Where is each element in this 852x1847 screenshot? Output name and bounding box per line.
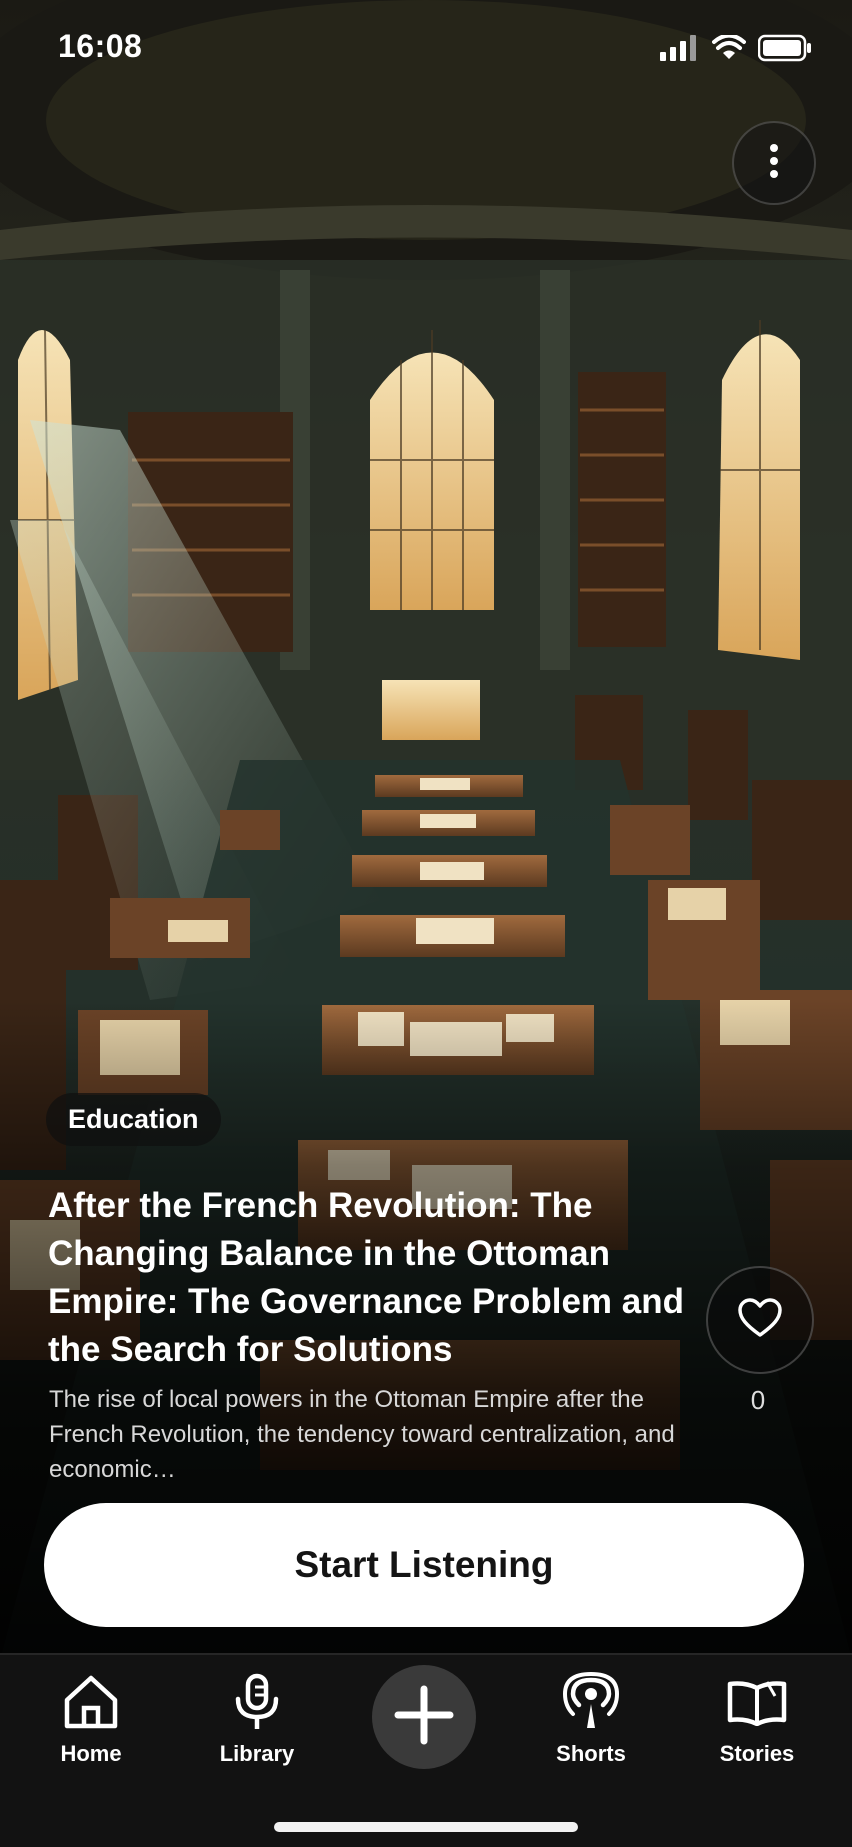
status-time: 16:08 — [58, 28, 143, 64]
home-icon — [62, 1667, 120, 1737]
like-button[interactable] — [706, 1266, 814, 1374]
tab-stories[interactable]: Stories — [692, 1655, 822, 1767]
signal-icon — [660, 35, 700, 66]
book-open-icon — [727, 1667, 787, 1737]
microphone-icon — [233, 1667, 281, 1737]
tab-shorts-label: Shorts — [556, 1741, 626, 1766]
wifi-icon — [712, 33, 746, 66]
tab-stories-label: Stories — [719, 1741, 795, 1766]
category-badge[interactable]: Education — [46, 1093, 221, 1146]
create-button[interactable] — [372, 1665, 476, 1769]
tab-home[interactable]: Home — [26, 1655, 156, 1767]
plus-icon — [394, 1685, 454, 1750]
like-count: 0 — [750, 1385, 766, 1415]
tab-shorts[interactable]: Shorts — [526, 1655, 656, 1767]
story-title: After the French Revolution: The Changin… — [48, 1186, 684, 1369]
story-description: The rise of local powers in the Ottoman … — [49, 1386, 675, 1483]
more-vertical-icon — [769, 143, 779, 184]
bottom-tab-bar: Home Library Shorts Stories — [0, 1653, 852, 1847]
heart-icon — [738, 1297, 782, 1343]
tab-home-label: Home — [60, 1741, 122, 1766]
story-screen: 16:08 Education After the French Revolut… — [0, 0, 852, 1847]
status-bar: 16:08 — [0, 0, 852, 95]
tab-library-label: Library — [219, 1741, 295, 1766]
podcast-icon — [563, 1667, 619, 1737]
home-indicator[interactable] — [274, 1822, 578, 1832]
status-icons — [660, 33, 812, 67]
start-listening-button[interactable]: Start Listening — [44, 1503, 804, 1627]
battery-icon — [757, 34, 812, 67]
tab-library[interactable]: Library — [192, 1655, 322, 1767]
more-options-button[interactable] — [732, 121, 816, 205]
